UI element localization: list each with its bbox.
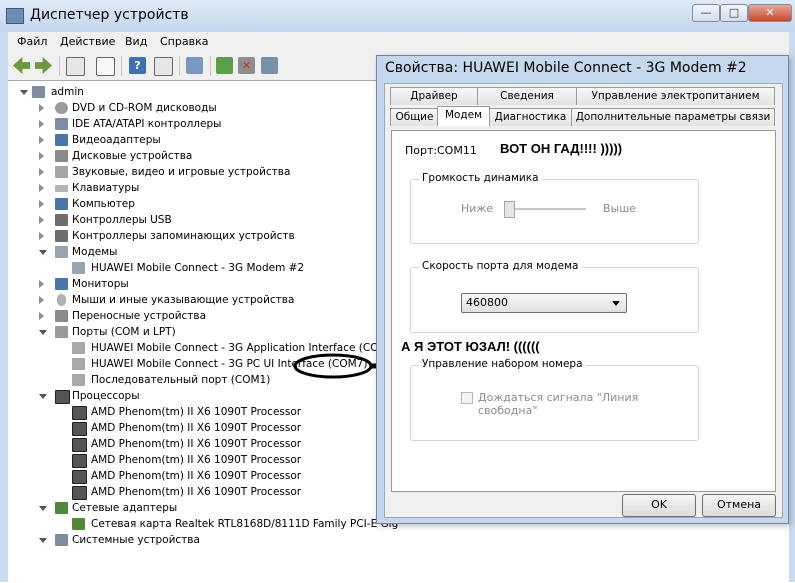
- speed-select-value: 460800: [466, 296, 508, 309]
- dropdown-arrow-icon: [612, 301, 620, 306]
- tab-general[interactable]: Общие: [390, 108, 439, 126]
- tab-details[interactable]: Сведения: [477, 87, 577, 105]
- tab-advanced-settings[interactable]: Дополнительные параметры связи: [571, 108, 775, 126]
- tab-power-management[interactable]: Управление электропитанием: [576, 87, 775, 105]
- modem-tab-page: Порт: COM11 Громкость динамика Ниже Выше…: [391, 130, 776, 492]
- cancel-button[interactable]: Отмена: [702, 494, 776, 517]
- dial-group-label: Управление набором номера: [419, 358, 586, 370]
- speed-select[interactable]: 460800: [461, 293, 627, 313]
- dialog-title: Свойства: HUAWEI Mobile Connect - 3G Mod…: [385, 60, 747, 76]
- tab-modem[interactable]: Модем: [437, 106, 490, 126]
- volume-groupbox: Громкость динамика Ниже Выше: [410, 172, 699, 244]
- tab-driver[interactable]: Драйвер: [390, 87, 478, 105]
- tab-diagnostics[interactable]: Диагностика: [489, 108, 572, 126]
- volume-slider-thumb[interactable]: [504, 201, 515, 218]
- dial-tone-checkbox[interactable]: [461, 392, 473, 404]
- speed-group-label: Скорость порта для модема: [419, 260, 582, 272]
- ok-button[interactable]: OK: [622, 494, 696, 517]
- port-label: Порт:: [405, 144, 438, 157]
- volume-group-label: Громкость динамика: [419, 172, 542, 184]
- properties-dialog: Свойства: HUAWEI Mobile Connect - 3G Mod…: [376, 55, 789, 524]
- volume-slider-track[interactable]: [504, 208, 586, 210]
- dial-groupbox: Управление набором номера Дождаться сигн…: [410, 358, 699, 441]
- port-annotation: ВОТ ОН ГАД!!!! ))))): [500, 141, 623, 156]
- speed-groupbox: Скорость порта для модема 460800: [410, 260, 699, 333]
- used-annotation: А Я ЭТОТ ЮЗАЛ! ((((((: [401, 339, 540, 354]
- dial-tone-label: Дождаться сигнала "Линия свободна": [478, 391, 639, 417]
- port-value: COM11: [437, 144, 477, 157]
- com7-highlight-ellipse: [293, 353, 373, 379]
- volume-low-label: Ниже: [461, 202, 494, 215]
- volume-high-label: Выше: [603, 202, 637, 215]
